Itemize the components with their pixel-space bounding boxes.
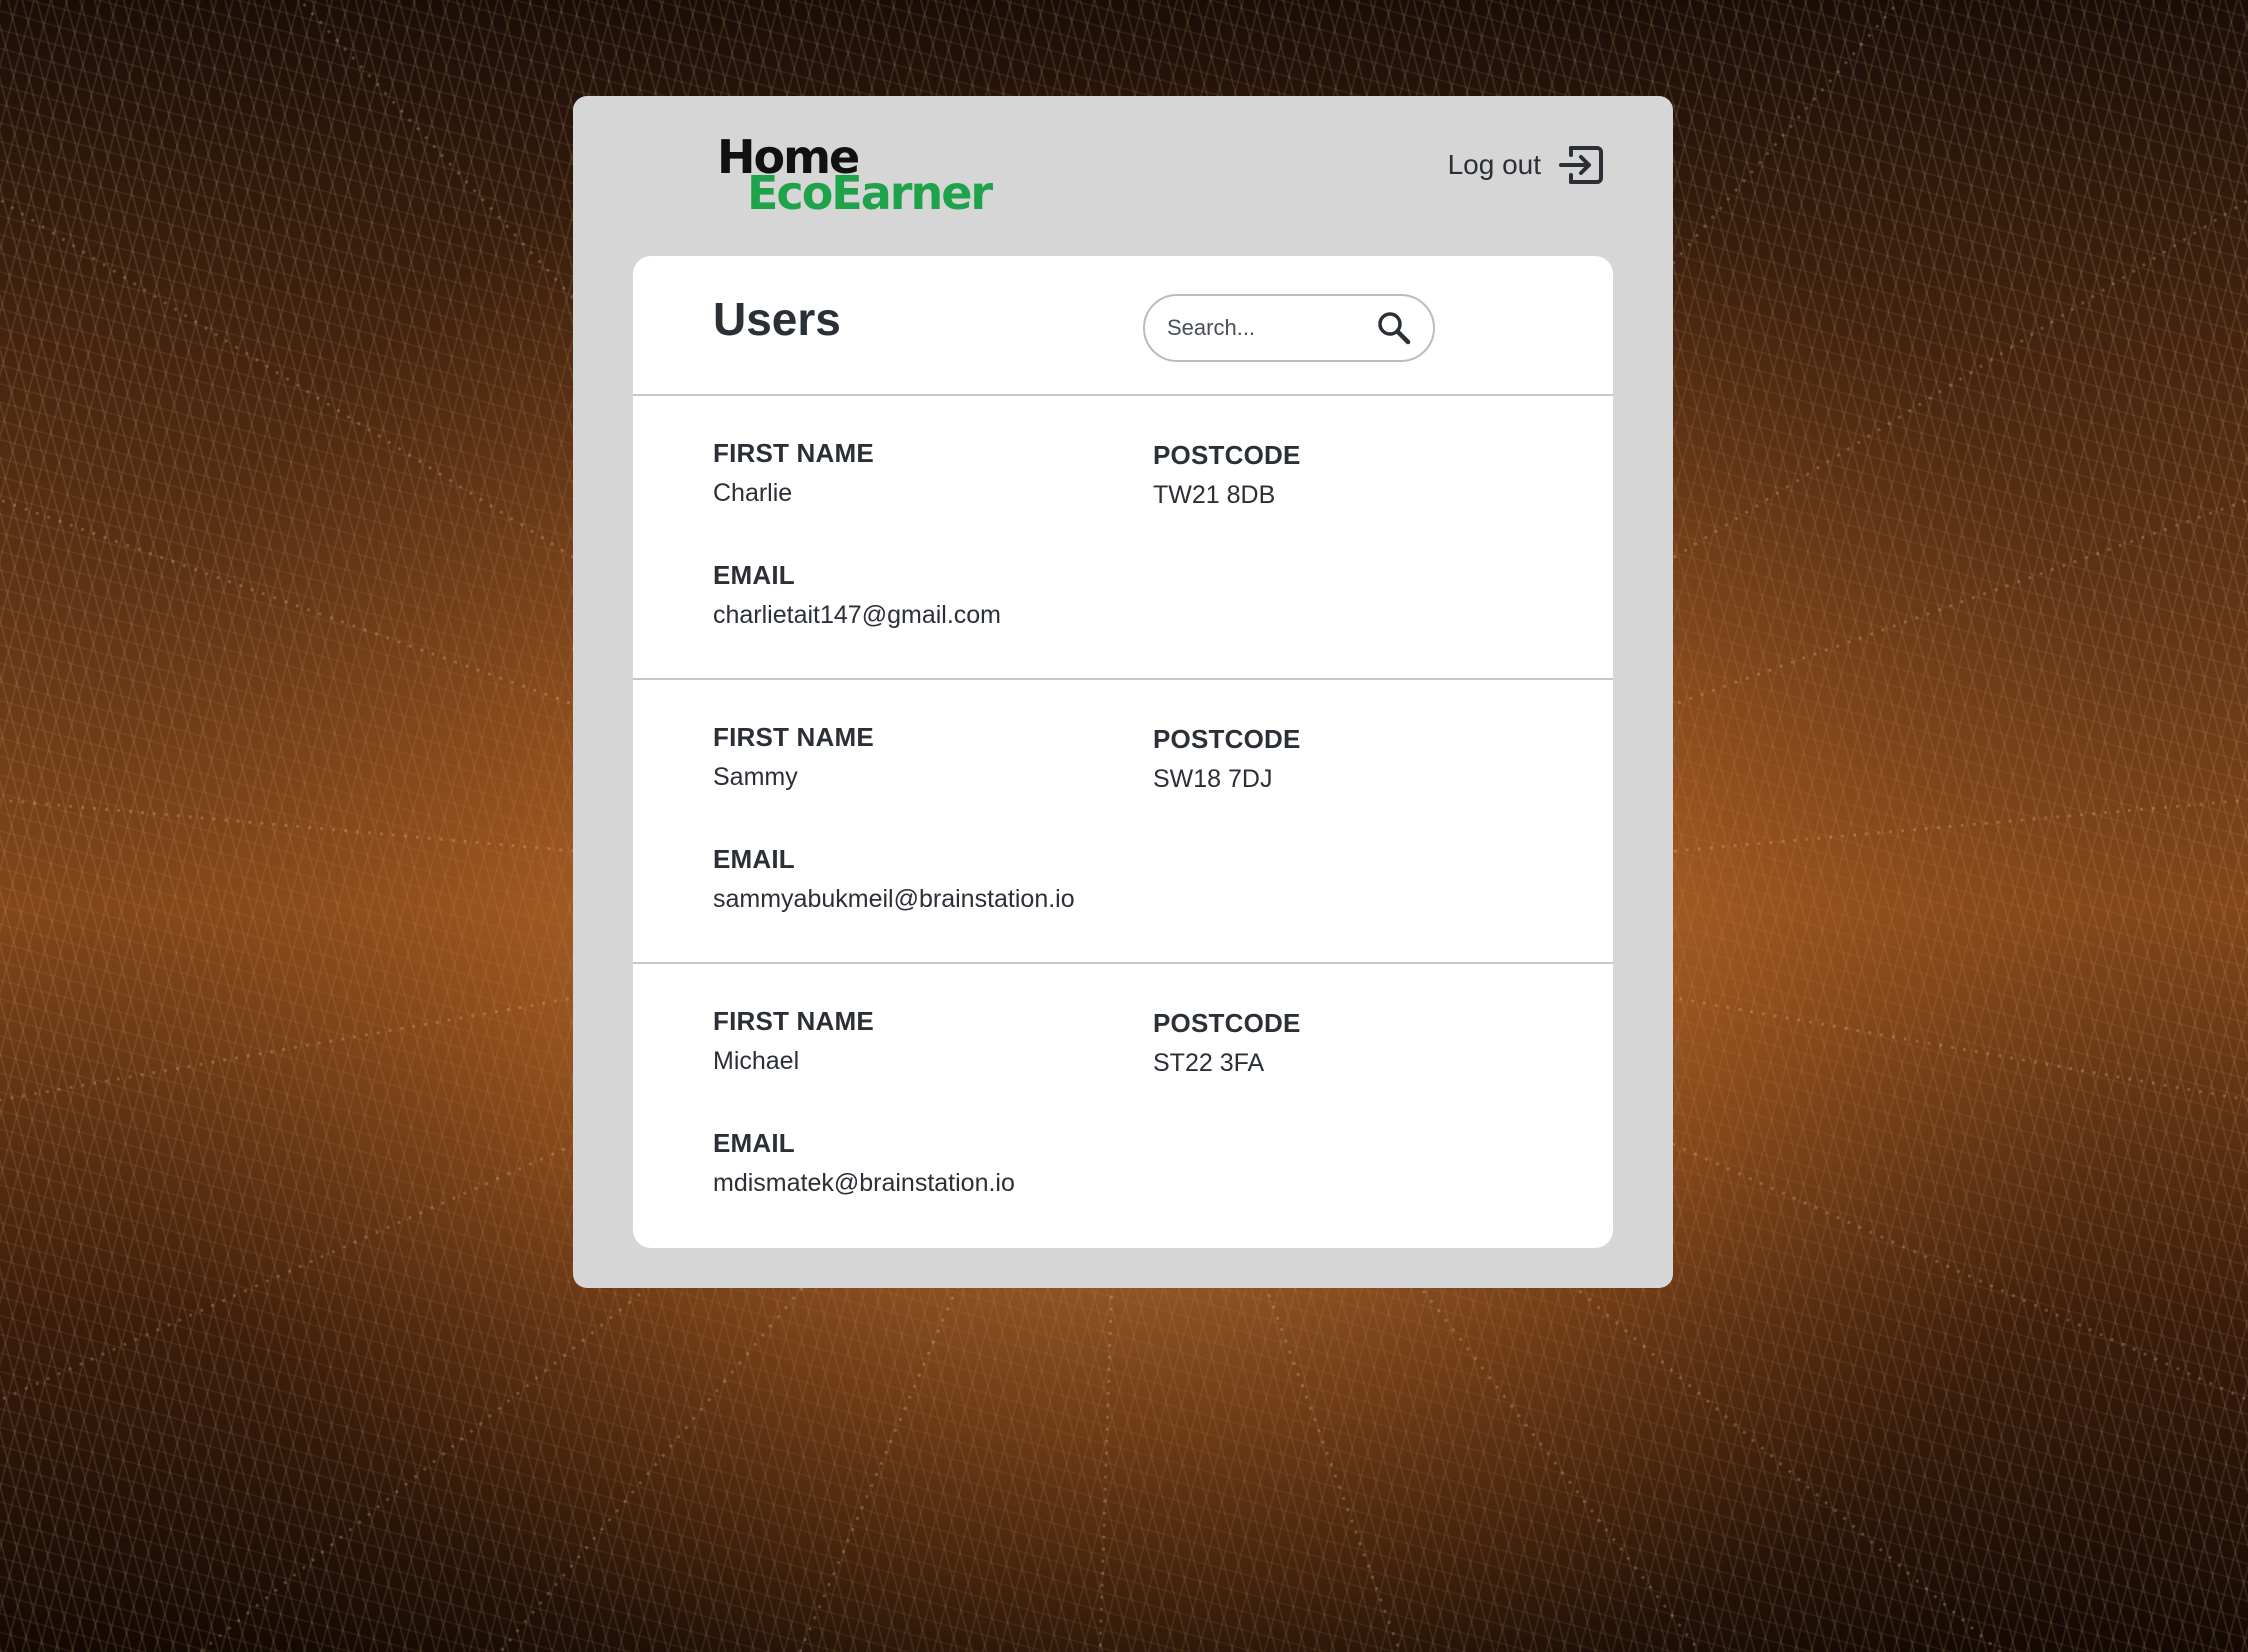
first-name-label: FIRST NAME: [713, 722, 874, 752]
logo-text-ecoearner: EcoEarner: [747, 166, 993, 220]
email-value: mdismatek@brainstation.io: [713, 1169, 1015, 1197]
user-row[interactable]: FIRST NAME Charlie POSTCODE TW21 8DB EMA…: [633, 396, 1613, 680]
users-card-header: Users: [633, 256, 1613, 396]
email-value: charlietait147@gmail.com: [713, 601, 1002, 629]
page-title: Users: [713, 293, 841, 345]
email-field: EMAIL charlietait147@gmail.com: [713, 560, 1001, 630]
logout-icon: [1557, 140, 1607, 190]
first-name-field: FIRST NAME Michael: [713, 1006, 874, 1076]
postcode-field: POSTCODE ST22 3FA: [1153, 1008, 1301, 1078]
email-label: EMAIL: [713, 844, 795, 874]
postcode-label: POSTCODE: [1153, 724, 1301, 754]
logout-button[interactable]: Log out: [1448, 140, 1607, 190]
email-label: EMAIL: [713, 560, 795, 590]
postcode-label: POSTCODE: [1153, 440, 1301, 470]
first-name-label: FIRST NAME: [713, 438, 874, 468]
postcode-value: TW21 8DB: [1153, 481, 1276, 509]
first-name-value: Michael: [713, 1047, 800, 1075]
email-value: sammyabukmeil@brainstation.io: [713, 885, 1075, 913]
search-box[interactable]: [1143, 294, 1435, 362]
email-field: EMAIL sammyabukmeil@brainstation.io: [713, 844, 1075, 914]
users-card: Users FIRST NAME Charlie POSTCODE TW21 8…: [633, 256, 1613, 1248]
postcode-value: ST22 3FA: [1153, 1049, 1265, 1077]
postcode-field: POSTCODE SW18 7DJ: [1153, 724, 1301, 794]
email-label: EMAIL: [713, 1128, 795, 1158]
postcode-label: POSTCODE: [1153, 1008, 1301, 1038]
brand-logo[interactable]: Home EcoEarner: [717, 134, 993, 220]
logout-label: Log out: [1447, 149, 1541, 180]
first-name-label: FIRST NAME: [713, 1006, 874, 1036]
search-input[interactable]: [1165, 314, 1369, 342]
user-row[interactable]: FIRST NAME Sammy POSTCODE SW18 7DJ EMAIL…: [633, 680, 1613, 964]
first-name-value: Charlie: [713, 479, 793, 507]
first-name-field: FIRST NAME Sammy: [713, 722, 874, 792]
search-icon[interactable]: [1375, 309, 1413, 347]
postcode-field: POSTCODE TW21 8DB: [1153, 440, 1301, 510]
email-field: EMAIL mdismatek@brainstation.io: [713, 1128, 1015, 1198]
postcode-value: SW18 7DJ: [1153, 765, 1273, 793]
user-row[interactable]: FIRST NAME Michael POSTCODE ST22 3FA EMA…: [633, 964, 1613, 1246]
first-name-field: FIRST NAME Charlie: [713, 438, 874, 508]
main-panel: Home EcoEarner Log out Users Search... F…: [573, 96, 1673, 1288]
first-name-value: Sammy: [713, 763, 798, 791]
